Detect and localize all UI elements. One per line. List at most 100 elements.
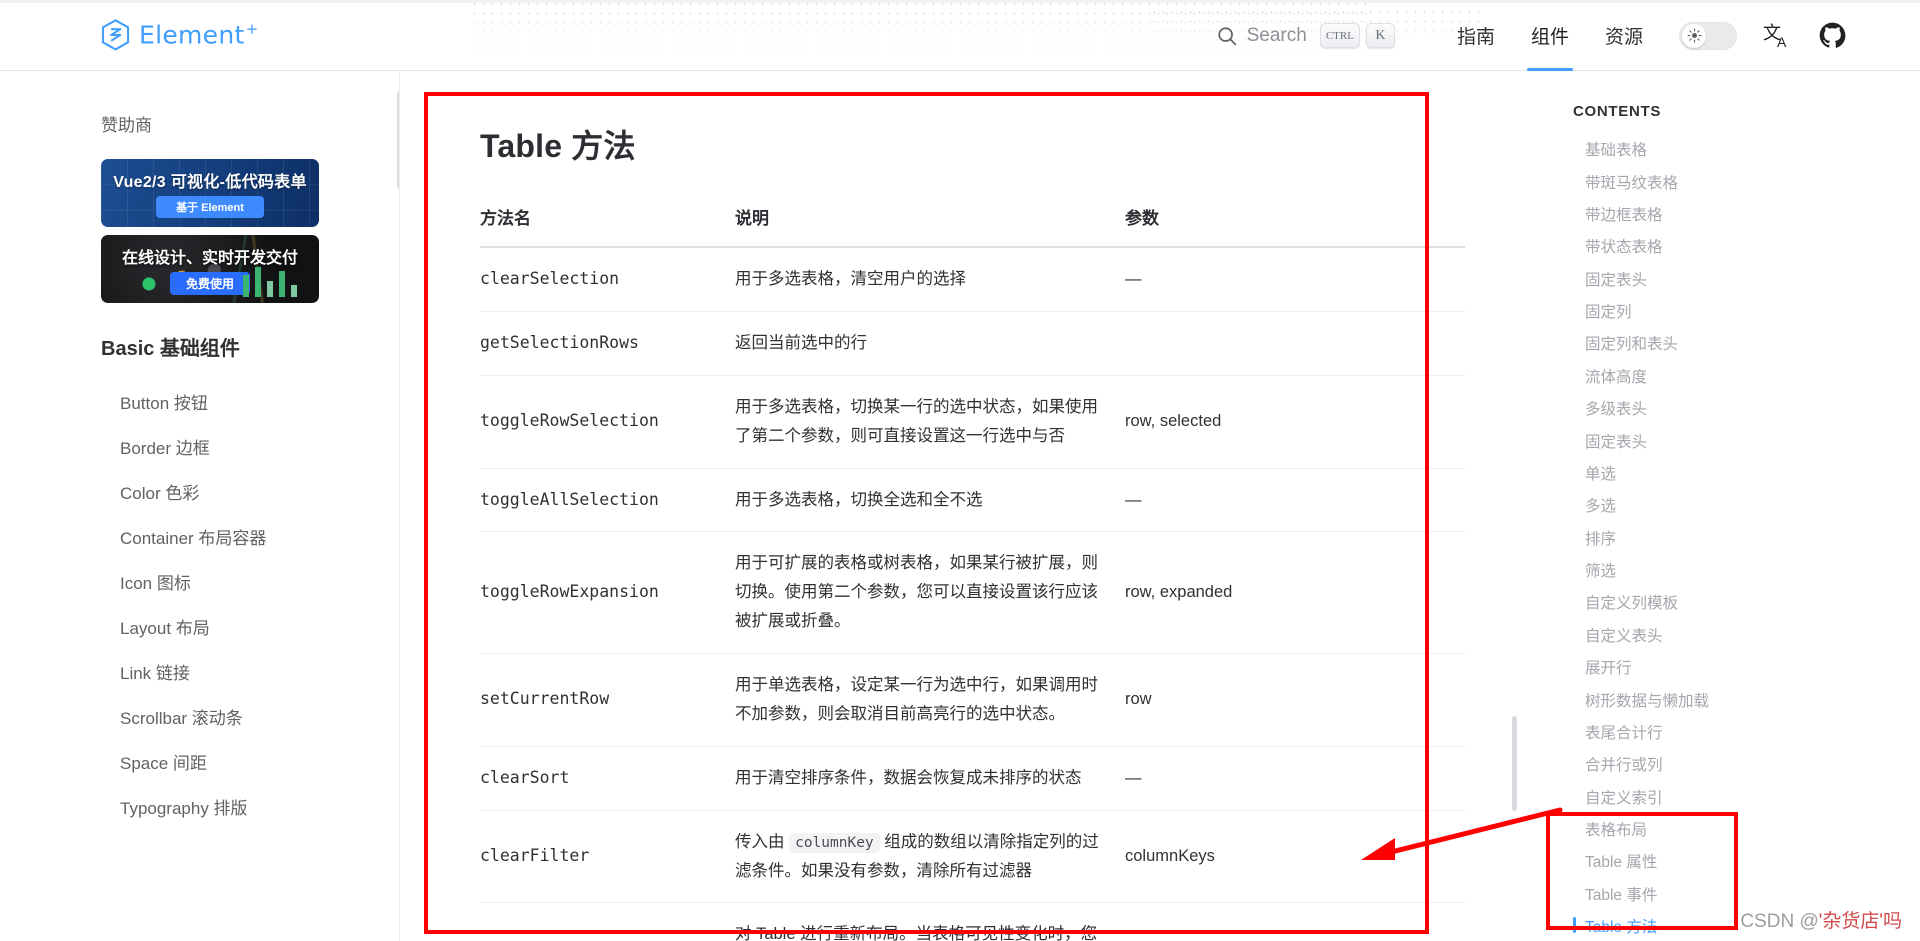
brand-plus-text: + — [245, 20, 259, 39]
sidebar-item-space[interactable]: Space 间距 — [101, 739, 399, 784]
toc-item-custom-header[interactable]: 自定义表头 — [1573, 619, 1920, 651]
theme-toggle-knob — [1682, 23, 1706, 48]
inline-code-columnkey: columnKey — [789, 832, 880, 853]
toc-item-grouped-header[interactable]: 多级表头 — [1573, 392, 1920, 424]
table-row: toggleRowExpansion 用于可扩展的表格或树表格，如果某行被扩展，… — [480, 531, 1465, 654]
method-param: — — [1125, 746, 1465, 811]
toc-item-fixed-header-2[interactable]: 固定表头 — [1573, 424, 1920, 456]
method-name: clearSelection — [480, 247, 735, 312]
method-desc: 用于多选表格，切换某一行的选中状态，如果使用了第二个参数，则可直接设置这一行选中… — [735, 375, 1125, 469]
toc-item-multi-select[interactable]: 多选 — [1573, 489, 1920, 521]
page-top-divider — [0, 0, 1920, 3]
method-name: clearFilter — [480, 810, 735, 904]
sponsor-ad-1[interactable]: Vue2/3 可视化-低代码表单 基于 Element — [101, 159, 319, 227]
header-right-cluster: Search CTRL K 指南 组件 资源 文 A — [1216, 0, 1920, 71]
col-header-param: 参数 — [1125, 204, 1465, 248]
toc-item-basic-table[interactable]: 基础表格 — [1573, 133, 1920, 165]
search-button[interactable]: Search CTRL K — [1216, 23, 1395, 48]
sponsor-label: 赞助商 — [101, 116, 152, 135]
toc-item-custom-column-template[interactable]: 自定义列模板 — [1573, 586, 1920, 618]
toc-item-striped-table[interactable]: 带斑马纹表格 — [1573, 165, 1920, 197]
toc-item-expandable-row[interactable]: 展开行 — [1573, 651, 1920, 683]
table-row: clearSelection 用于多选表格，清空用户的选择 — — [480, 247, 1465, 312]
left-sidebar: 赞助商 Vue2/3 可视化-低代码表单 基于 Element 在线设计、实时开… — [0, 71, 400, 941]
toc-item-fluid-height[interactable]: 流体高度 — [1573, 360, 1920, 392]
table-of-contents: CONTENTS 基础表格 带斑马纹表格 带边框表格 带状态表格 固定表头 固定… — [1545, 71, 1920, 941]
toc-item-fixed-column-and-header[interactable]: 固定列和表头 — [1573, 327, 1920, 359]
translate-icon[interactable]: 文 A — [1763, 21, 1793, 51]
method-name: doLayout — [480, 902, 735, 941]
method-name: toggleAllSelection — [480, 468, 735, 533]
method-name: getSelectionRows — [480, 311, 735, 376]
toc-item-table-attributes[interactable]: Table 属性 — [1573, 845, 1920, 877]
sidebar-item-layout[interactable]: Layout 布局 — [101, 604, 399, 649]
col-header-desc: 说明 — [735, 204, 1125, 248]
sidebar-item-container[interactable]: Container 布局容器 — [101, 514, 399, 559]
sidebar-item-color[interactable]: Color 色彩 — [101, 469, 399, 514]
toc-item-status-table[interactable]: 带状态表格 — [1573, 230, 1920, 262]
nav-item-resources[interactable]: 资源 — [1587, 0, 1661, 71]
table-row: clearFilter 传入由 columnKey 组成的数组以清除指定列的过滤… — [480, 810, 1465, 904]
method-param: columnKeys — [1125, 810, 1465, 904]
doc-article: Table 方法 方法名 说明 参数 clearSelection 用于多选表格… — [400, 71, 1465, 941]
toc-item-fixed-header[interactable]: 固定表头 — [1573, 263, 1920, 295]
toc-item-merge-cells[interactable]: 合并行或列 — [1573, 748, 1920, 780]
method-param: row, expanded — [1125, 531, 1465, 654]
toc-item-filter[interactable]: 筛选 — [1573, 554, 1920, 586]
table-row: doLayout 对 Table 进行重新布局。当表格可见性变化时，您可能需要调… — [480, 902, 1465, 941]
element-hexagon-logo-icon — [101, 19, 130, 51]
toc-item-tree-data[interactable]: 树形数据与懒加载 — [1573, 683, 1920, 715]
sponsor-ad-1-title: Vue2/3 可视化-低代码表单 — [113, 174, 307, 191]
main-scrollbar-thumb[interactable] — [1512, 716, 1517, 811]
kbd-ctrl: CTRL — [1319, 23, 1360, 48]
method-name: clearSort — [480, 746, 735, 811]
sponsor-ad-2-title: 在线设计、实时开发交付 — [121, 249, 298, 267]
table-row: clearSort 用于清空排序条件，数据会恢复成未排序的状态 — — [480, 746, 1465, 811]
sidebar-item-typography[interactable]: Typography 排版 — [101, 784, 399, 829]
method-param: — — [1125, 247, 1465, 312]
sidebar-item-icon[interactable]: Icon 图标 — [101, 559, 399, 604]
github-icon[interactable] — [1819, 22, 1846, 49]
brand-name-text: Element — [139, 20, 245, 50]
toc-item-custom-index[interactable]: 自定义索引 — [1573, 781, 1920, 813]
method-desc: 用于多选表格，切换全选和全不选 — [735, 468, 1125, 533]
sidebar-item-link[interactable]: Link 链接 — [101, 649, 399, 694]
primary-nav: 指南 组件 资源 — [1439, 0, 1661, 71]
method-desc: 用于多选表格，清空用户的选择 — [735, 247, 1125, 312]
theme-toggle-switch[interactable] — [1679, 21, 1737, 50]
brand-logo-link[interactable]: Element+ — [101, 19, 258, 51]
sidebar-item-button[interactable]: Button 按钮 — [101, 379, 399, 424]
page-title: Table 方法 — [480, 128, 636, 164]
watermark-prefix: CSDN @ — [1740, 911, 1819, 932]
site-header: Element+ Search CTRL K 指南 组件 资源 文 A — [0, 0, 1920, 71]
toc-title: CONTENTS — [1573, 103, 1662, 120]
table-row: toggleAllSelection 用于多选表格，切换全选和全不选 — — [480, 468, 1465, 533]
method-desc: 传入由 columnKey 组成的数组以清除指定列的过滤条件。如果没有参数，清除… — [735, 810, 1125, 904]
sidebar-group-title: Basic 基础组件 — [101, 338, 240, 360]
sidebar-item-scrollbar[interactable]: Scrollbar 滚动条 — [101, 694, 399, 739]
toc-item-fixed-column[interactable]: 固定列 — [1573, 295, 1920, 327]
sponsor-ad-1-button[interactable]: 基于 Element — [156, 196, 264, 218]
method-desc: 返回当前选中的行 — [735, 311, 1125, 376]
method-param: row — [1125, 653, 1465, 747]
nav-item-components[interactable]: 组件 — [1513, 0, 1587, 71]
toc-item-sorting[interactable]: 排序 — [1573, 522, 1920, 554]
watermark-text: '杂货店'吗 — [1818, 911, 1902, 932]
method-desc-pre: 传入由 — [735, 832, 790, 851]
method-name: setCurrentRow — [480, 653, 735, 747]
toc-item-single-select[interactable]: 单选 — [1573, 457, 1920, 489]
sponsor-ad-2-button[interactable]: 免费使用 — [169, 271, 250, 295]
toc-item-table-layout[interactable]: 表格布局 — [1573, 813, 1920, 845]
toc-item-bordered-table[interactable]: 带边框表格 — [1573, 198, 1920, 230]
svg-text:A: A — [1777, 34, 1787, 50]
method-param: — — [1125, 468, 1465, 533]
table-row: getSelectionRows 返回当前选中的行 — [480, 311, 1465, 376]
method-name: toggleRowExpansion — [480, 531, 735, 654]
watermark: CSDN @'杂货店'吗 — [1740, 906, 1902, 933]
search-label: Search — [1246, 24, 1307, 46]
nav-item-guide[interactable]: 指南 — [1439, 0, 1513, 71]
sidebar-item-border[interactable]: Border 边框 — [101, 424, 399, 469]
sponsor-ad-2[interactable]: 在线设计、实时开发交付 免费使用 — [101, 235, 319, 303]
main-content: Table 方法 方法名 说明 参数 clearSelection 用于多选表格… — [400, 71, 1520, 941]
toc-item-summary-row[interactable]: 表尾合计行 — [1573, 716, 1920, 748]
